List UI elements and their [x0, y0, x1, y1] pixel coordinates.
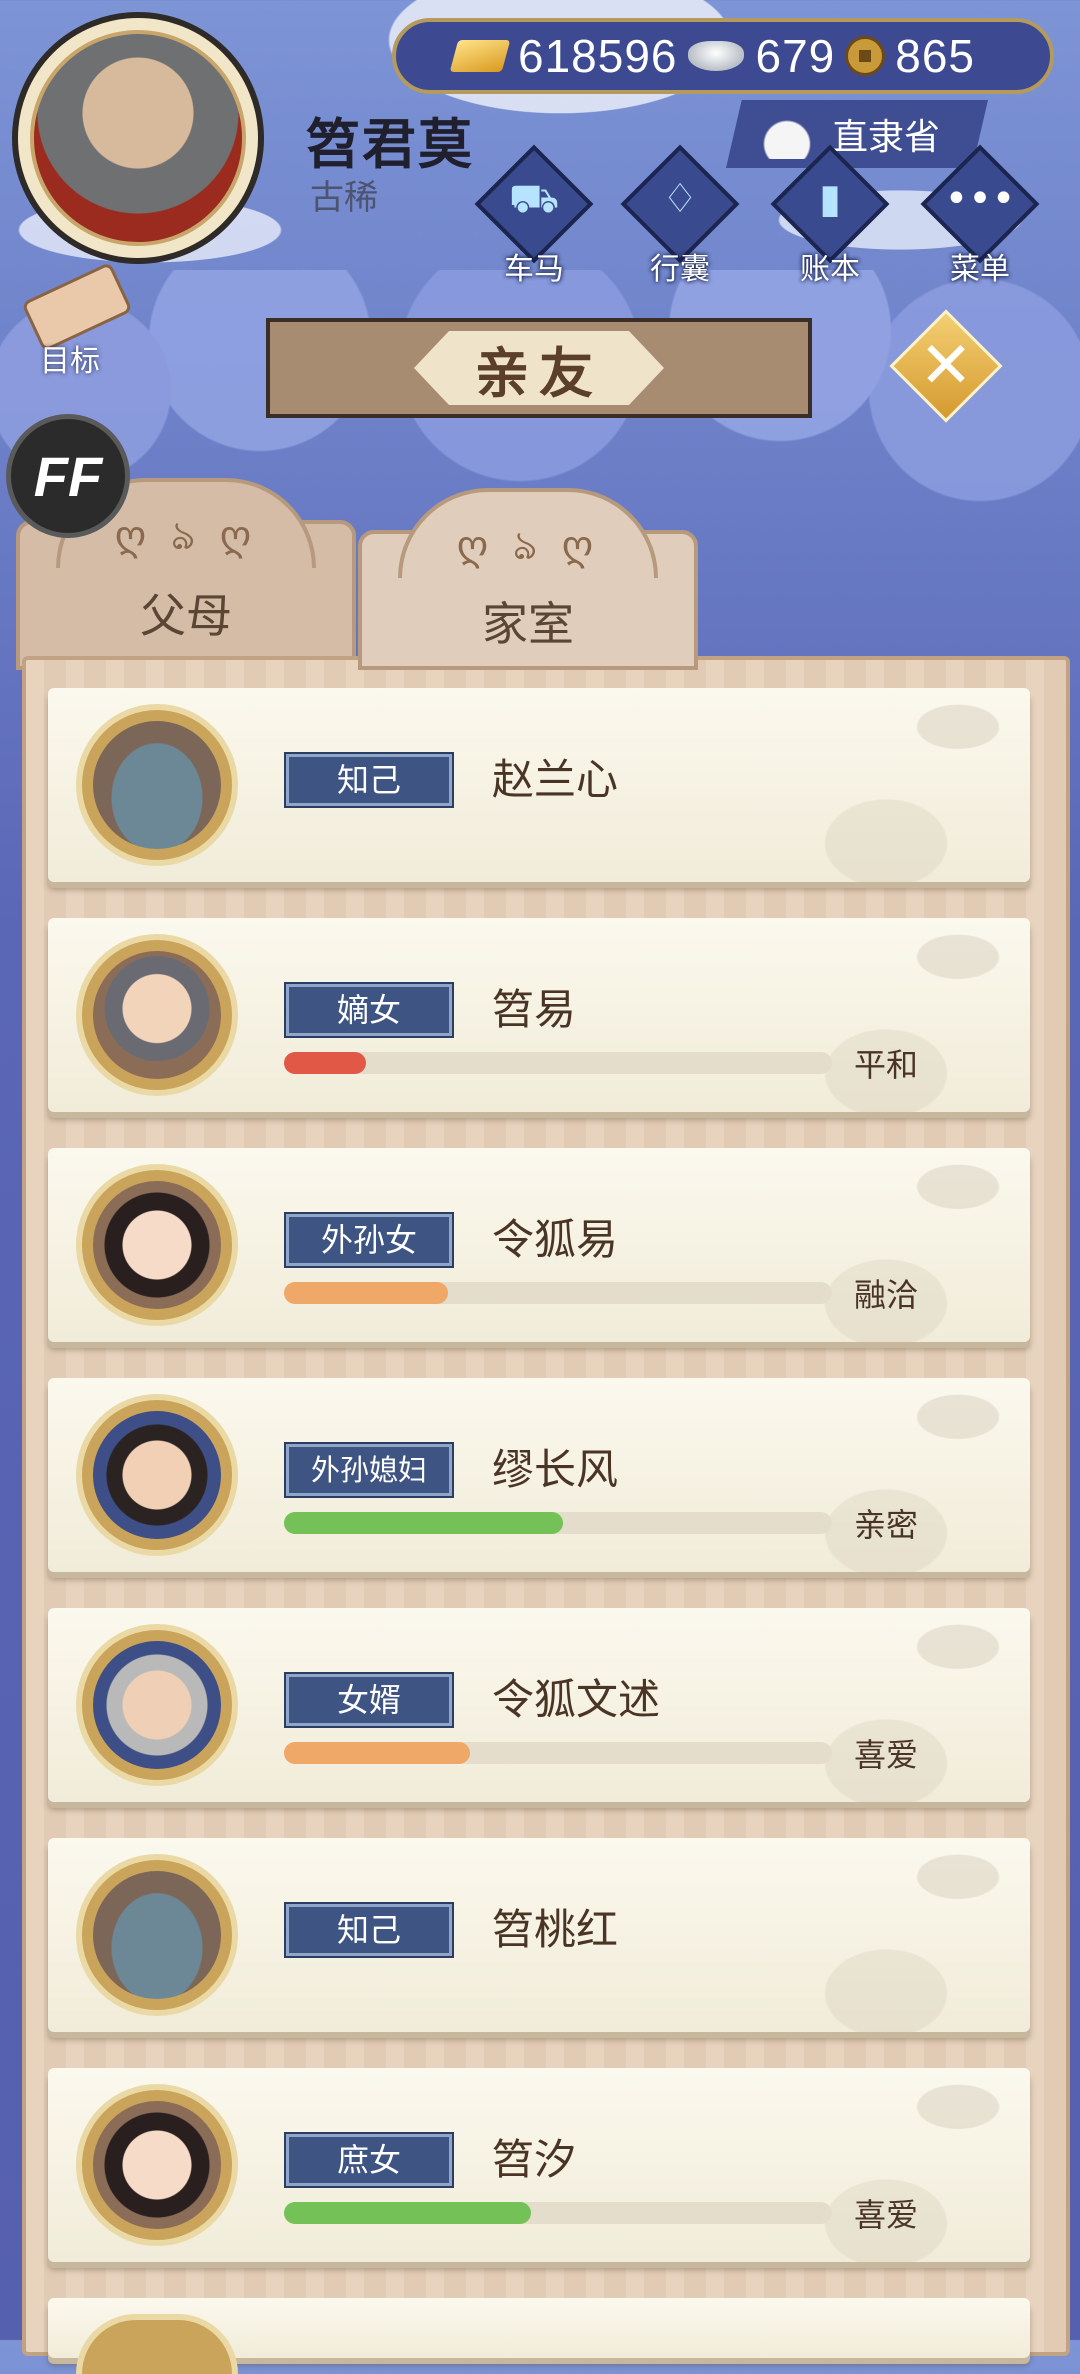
coin-amount: 865 — [895, 30, 975, 82]
member-card-partial[interactable] — [48, 2298, 1030, 2374]
silver-ingot-icon — [687, 41, 744, 71]
goal-button[interactable]: 目标 — [10, 261, 133, 379]
relation-label: 融洽 — [854, 1276, 919, 1314]
menu-button[interactable]: ••• 菜单 — [920, 144, 1040, 292]
more-icon: ••• — [944, 176, 1016, 222]
currency-bar: 618596 679 865 — [392, 18, 1054, 94]
relation-label: 喜爱 — [854, 1736, 919, 1774]
carriage-button[interactable]: ⛟ 车马 — [474, 144, 594, 292]
member-name: 令狐易 — [492, 1215, 619, 1264]
page-title-plaque: 亲友 — [266, 318, 812, 418]
affection-bar-fill — [284, 2202, 531, 2224]
member-card[interactable]: 知己 赵兰心 — [48, 688, 1030, 882]
tab-family-label: 家室 — [482, 597, 574, 651]
menu-label: 菜单 — [950, 252, 1010, 287]
member-avatar — [76, 1164, 238, 1326]
player-avatar[interactable] — [12, 12, 264, 264]
gold-amount: 618596 — [518, 30, 678, 82]
affection-bar — [284, 1052, 832, 1074]
relation-label: 喜爱 — [854, 2196, 919, 2234]
tombstone-portrait — [93, 1871, 221, 1999]
ledger-icon: ▮ — [818, 176, 841, 222]
role-badge: 嫡女 — [284, 982, 454, 1038]
role-badge: 庶女 — [284, 2132, 454, 2188]
role-badge: 外孙媳妇 — [284, 1442, 454, 1498]
copper-coin-icon — [845, 36, 886, 76]
member-card[interactable]: 庶女 笤汐 喜爱 — [48, 2068, 1030, 2262]
region-button[interactable]: 直隶省 — [726, 100, 988, 168]
gold-ingot-icon — [449, 40, 511, 72]
role-badge: 女婿 — [284, 1672, 454, 1728]
affection-bar-fill — [284, 1282, 449, 1304]
tab-parents[interactable]: ღ ঌ ღ 父母 — [16, 478, 356, 670]
role-badge: 外孙女 — [284, 1212, 454, 1268]
bag-label: 行囊 — [650, 252, 710, 287]
ff-badge-button[interactable]: FF — [6, 414, 130, 538]
bag-button[interactable]: ♢ 行囊 — [620, 144, 740, 292]
relation-label: 平和 — [854, 1046, 919, 1084]
member-avatar — [76, 1854, 238, 2016]
tab-parents-label: 父母 — [140, 589, 232, 643]
cloud-swirl-icon: ღ ঌ ღ — [456, 523, 600, 569]
member-name: 笤易 — [492, 985, 577, 1034]
member-card[interactable]: 嫡女 笤易 平和 — [48, 918, 1030, 1112]
silver-amount: 679 — [755, 30, 836, 82]
region-label: 直隶省 — [832, 117, 941, 158]
affection-bar — [284, 1512, 832, 1534]
affection-bar-fill — [284, 1052, 367, 1074]
member-avatar — [76, 1394, 238, 1556]
carriage-label: 车马 — [504, 252, 564, 287]
member-card[interactable]: 知己 笤桃红 — [48, 1838, 1030, 2032]
member-avatar — [76, 2314, 238, 2374]
member-card[interactable]: 女婿 令狐文述 喜爱 — [48, 1608, 1030, 1802]
member-avatar — [76, 1624, 238, 1786]
member-avatar — [76, 2084, 238, 2246]
member-card[interactable]: 外孙媳妇 缪长风 亲密 — [48, 1378, 1030, 1572]
affection-bar — [284, 1742, 832, 1764]
affection-bar-fill — [284, 1512, 564, 1534]
member-avatar — [76, 704, 238, 866]
page-title: 亲友 — [475, 341, 603, 405]
member-avatar — [76, 934, 238, 1096]
tab-family[interactable]: ღ ঌ ღ 家室 — [358, 488, 698, 670]
affection-bar — [284, 2202, 832, 2224]
cloud-swirl-icon: ღ ঌ ღ — [114, 513, 258, 559]
role-badge: 知己 — [284, 1902, 454, 1958]
player-name: 笤君莫 — [306, 113, 474, 176]
bag-icon: ♢ — [662, 176, 698, 222]
relation-label: 亲密 — [854, 1506, 919, 1544]
member-name: 缪长风 — [492, 1445, 619, 1494]
role-badge: 知己 — [284, 752, 454, 808]
ledger-button[interactable]: ▮ 账本 — [770, 144, 890, 292]
member-name: 笤汐 — [492, 2135, 577, 2184]
member-name: 赵兰心 — [492, 755, 619, 804]
sedan-hat-icon — [752, 109, 822, 159]
member-name: 令狐文述 — [492, 1675, 661, 1724]
player-portrait — [30, 30, 246, 246]
member-card[interactable]: 外孙女 令狐易 融洽 — [48, 1148, 1030, 1342]
ledger-label: 账本 — [800, 252, 860, 287]
goal-label: 目标 — [40, 344, 100, 379]
player-age-label: 古稀 — [310, 178, 378, 218]
affection-bar — [284, 1282, 832, 1304]
member-name: 笤桃红 — [492, 1905, 619, 1954]
close-icon: ✕ — [919, 329, 973, 403]
tombstone-portrait — [93, 721, 221, 849]
carriage-icon: ⛟ — [508, 176, 560, 222]
affection-bar-fill — [284, 1742, 471, 1764]
